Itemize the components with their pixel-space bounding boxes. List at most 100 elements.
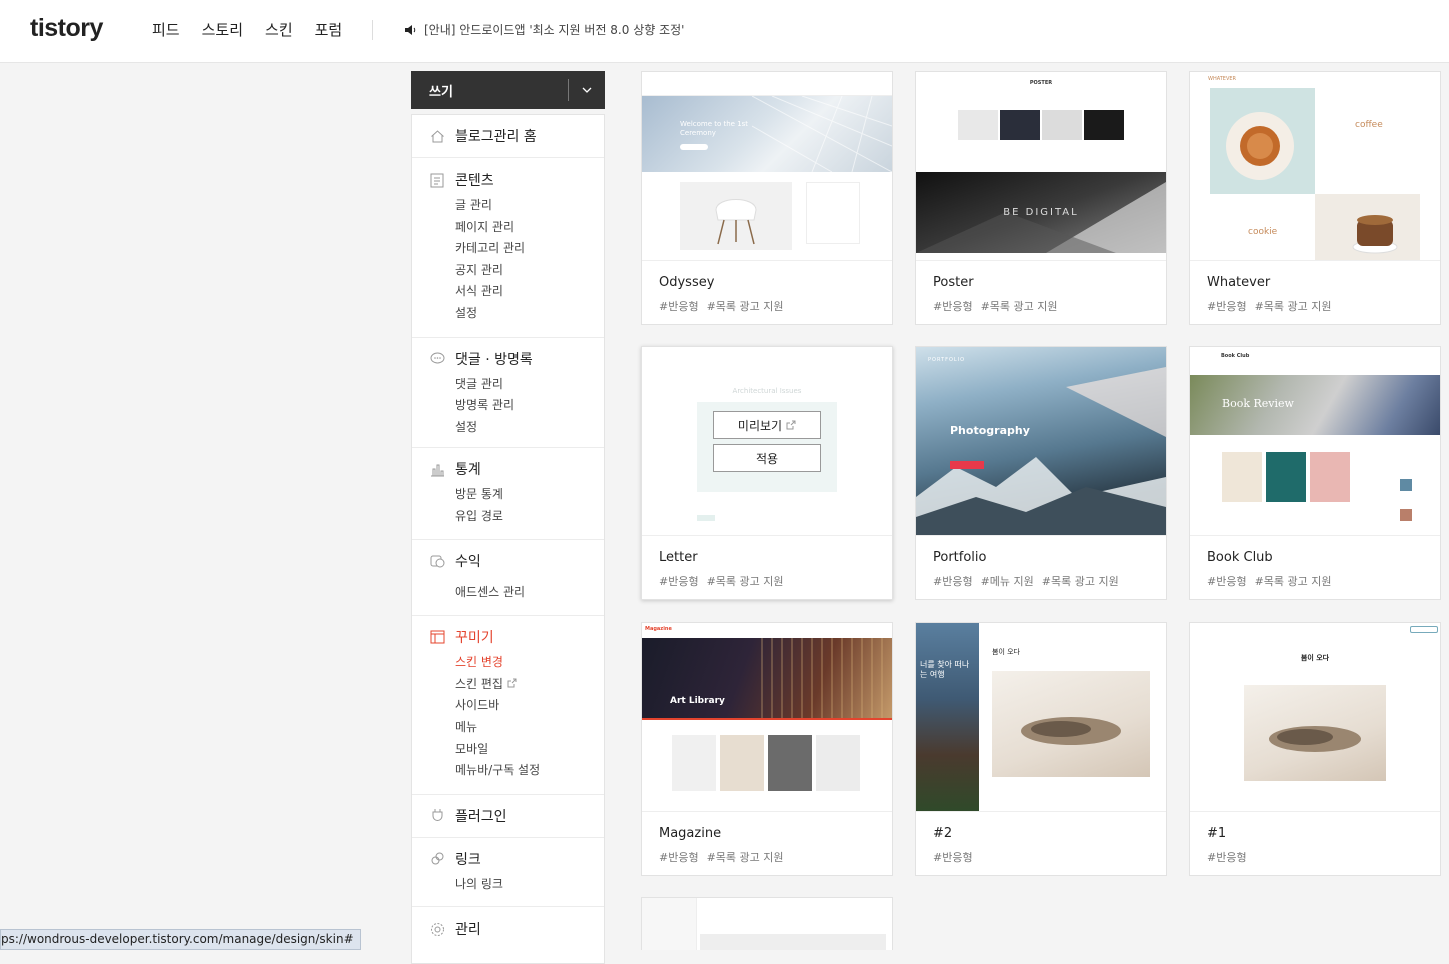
link-icon xyxy=(429,851,445,867)
sidebar-item-comments[interactable]: 댓글 · 방명록 xyxy=(412,348,604,370)
skin-card-portfolio[interactable]: PORTFOLIO Photography Portfolio #반응형 #메뉴 … xyxy=(915,346,1167,600)
sidebar-section-content: 콘텐츠 글 관리 페이지 관리 카테고리 관리 공지 관리 서식 관리 설정 xyxy=(412,158,604,338)
nav-skin[interactable]: 스킨 xyxy=(265,19,293,40)
tistory-logo[interactable]: tistory xyxy=(30,14,103,43)
skin-tags: #반응형 #목록 광고 지원 xyxy=(659,298,784,314)
sidebar-item-revenue[interactable]: 수익 xyxy=(412,550,604,572)
thumb-text: coffee xyxy=(1355,120,1383,130)
skin-thumbnail: 너를 찾아 떠나는 여행 봄이 오다 xyxy=(916,623,1166,812)
skin-card-odyssey[interactable]: Welcome to the 1st Ceremony Odyssey #반응형… xyxy=(641,71,893,325)
skin-card-letter[interactable]: Architectural Issues 미리보기 적용 Letter #반응형… xyxy=(641,346,893,600)
submenu-skin-edit[interactable]: 스킨 편집 xyxy=(455,674,604,696)
external-link-icon xyxy=(786,420,796,430)
skin-tag: #반응형 xyxy=(1207,575,1247,588)
skin-name: Poster xyxy=(933,275,974,290)
submenu-mobile[interactable]: 모바일 xyxy=(455,739,604,761)
speaker-icon xyxy=(405,24,416,35)
sidebar-item-label: 블로그관리 홈 xyxy=(455,129,537,145)
sidebar-item-content[interactable]: 콘텐츠 xyxy=(412,169,604,191)
comments-submenu: 댓글 관리 방명록 관리 설정 xyxy=(412,374,604,439)
skin-thumbnail: Book Club Book Review xyxy=(1190,347,1440,536)
submenu-guestbook[interactable]: 방명록 관리 xyxy=(455,395,604,417)
thumb-heading: Magazine xyxy=(645,626,672,632)
skin-tag: #반응형 xyxy=(933,575,973,588)
skin-tag: #메뉴 지원 xyxy=(980,575,1034,588)
sidebar-item-label: 플러그인 xyxy=(455,808,507,825)
apply-button[interactable]: 적용 xyxy=(713,444,821,472)
submenu-posts[interactable]: 글 관리 xyxy=(455,195,604,217)
comment-icon xyxy=(429,351,445,367)
skin-name: Portfolio xyxy=(933,550,987,565)
skin-card-poster[interactable]: POSTER BE DIGITAL Poster #반응형 #목록 광고 지원 xyxy=(915,71,1167,325)
write-button[interactable]: 쓰기 xyxy=(411,71,605,109)
skin-name: Whatever xyxy=(1207,275,1271,290)
sidebar-item-label: 통계 xyxy=(455,462,481,479)
skin-card-1[interactable]: 봄이 오다 #1 #반응형 xyxy=(1189,622,1441,876)
skin-thumbnail: 봄이 오다 xyxy=(1190,623,1440,812)
thumb-text-2: cookie xyxy=(1248,227,1278,237)
skin-tag: #반응형 xyxy=(933,851,973,864)
skin-card-partial[interactable] xyxy=(641,897,893,950)
sidebar-item-plugin[interactable]: 플러그인 xyxy=(412,805,604,827)
document-icon xyxy=(429,172,445,188)
notice-text[interactable]: [안내] 안드로이드앱 '최소 지원 버전 8.0 상향 조정' xyxy=(424,21,684,38)
skin-tag: #목록 광고 지원 xyxy=(1254,300,1332,313)
submenu-my-links[interactable]: 나의 링크 xyxy=(455,874,604,896)
skin-thumbnail: Magazine Art Library xyxy=(642,623,892,812)
nav-forum[interactable]: 포럼 xyxy=(315,19,343,40)
nav-story[interactable]: 스토리 xyxy=(202,19,243,40)
skin-tag: #반응형 xyxy=(659,300,699,313)
submenu-notices[interactable]: 공지 관리 xyxy=(455,260,604,282)
submenu-adsense[interactable]: 애드센스 관리 xyxy=(455,582,604,604)
submenu-comment-settings[interactable]: 설정 xyxy=(455,417,604,439)
sidebar-item-home[interactable]: 블로그관리 홈 xyxy=(412,125,604,147)
thumb-text: Welcome to the 1st Ceremony xyxy=(680,120,749,137)
sidebar-item-link[interactable]: 링크 xyxy=(412,848,604,870)
skin-tag: #목록 광고 지원 xyxy=(980,300,1058,313)
gear-icon xyxy=(429,921,445,937)
skin-tags: #반응형 #목록 광고 지원 xyxy=(659,849,784,865)
submenu-pages[interactable]: 페이지 관리 xyxy=(455,217,604,239)
thumb-text: 봄이 오다 xyxy=(1300,654,1330,662)
apply-label: 적용 xyxy=(755,451,779,466)
submenu-skin-change[interactable]: 스킨 변경 xyxy=(455,652,604,674)
skin-tag: #반응형 xyxy=(1207,300,1247,313)
thumb-text: Architectural Issues xyxy=(732,387,802,395)
submenu-categories[interactable]: 카테고리 관리 xyxy=(455,238,604,260)
submenu-menubar-subscribe[interactable]: 메뉴바/구독 설정 xyxy=(455,760,604,782)
preview-label: 미리보기 xyxy=(737,418,783,433)
manage-sidebar: 블로그관리 홈 콘텐츠 글 관리 페이지 관리 카테고리 관리 공지 관리 서식… xyxy=(411,114,605,964)
submenu-content-settings[interactable]: 설정 xyxy=(455,303,604,325)
preview-button[interactable]: 미리보기 xyxy=(713,411,821,439)
skin-card-magazine[interactable]: Magazine Art Library Magazine #반응형 #목록 광고… xyxy=(641,622,893,876)
submenu-comments[interactable]: 댓글 관리 xyxy=(455,374,604,396)
skin-card-bookclub[interactable]: Book Club Book Review Book Club #반응형 #목록 … xyxy=(1189,346,1441,600)
submenu-referrers[interactable]: 유입 경로 xyxy=(455,506,604,528)
revenue-submenu: 애드센스 관리 xyxy=(412,582,604,604)
skin-tags: #반응형 #메뉴 지원 #목록 광고 지원 xyxy=(933,573,1119,589)
skin-tags: #반응형 #목록 광고 지원 xyxy=(933,298,1058,314)
skin-thumbnail: Architectural Issues 미리보기 적용 xyxy=(642,347,892,536)
sidebar-section-revenue: 수익 애드센스 관리 xyxy=(412,540,604,617)
notice-bar[interactable]: [안내] 안드로이드앱 '최소 지원 버전 8.0 상향 조정' xyxy=(404,21,684,38)
skin-card-whatever[interactable]: WHATEVER coffee cookie Whatever #반응형 #목록 … xyxy=(1189,71,1441,325)
write-label[interactable]: 쓰기 xyxy=(411,81,568,100)
sidebar-item-design[interactable]: 꾸미기 xyxy=(412,626,604,648)
skin-name: Odyssey xyxy=(659,275,715,290)
skin-tag: #반응형 xyxy=(659,851,699,864)
thumb-side-text: 너를 찾아 떠나는 여행 xyxy=(920,660,970,679)
sidebar-item-label: 링크 xyxy=(455,851,481,868)
submenu-sidebar[interactable]: 사이드바 xyxy=(455,695,604,717)
skin-tag: #목록 광고 지원 xyxy=(706,851,784,864)
sidebar-item-admin[interactable]: 관리 xyxy=(412,918,604,940)
external-link-icon xyxy=(507,678,517,688)
skin-name: #2 xyxy=(933,826,953,841)
nav-feed[interactable]: 피드 xyxy=(152,19,180,40)
submenu-menu[interactable]: 메뉴 xyxy=(455,717,604,739)
skin-tags: #반응형 xyxy=(1207,849,1247,865)
submenu-visit-stats[interactable]: 방문 통계 xyxy=(455,484,604,506)
skin-card-2[interactable]: 너를 찾아 떠나는 여행 봄이 오다 #2 #반응형 xyxy=(915,622,1167,876)
chevron-down-icon[interactable] xyxy=(569,87,605,93)
submenu-templates[interactable]: 서식 관리 xyxy=(455,281,604,303)
sidebar-item-stats[interactable]: 통계 xyxy=(412,458,604,480)
